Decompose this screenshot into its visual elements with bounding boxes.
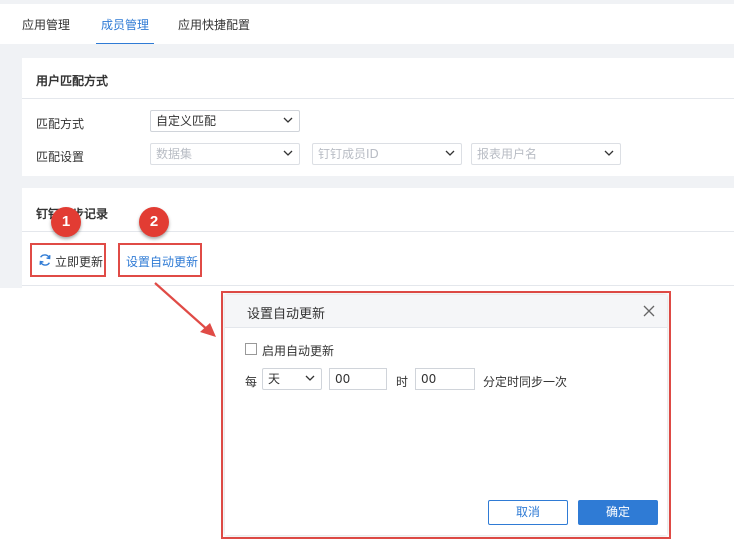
- minute-input[interactable]: 00: [415, 368, 475, 390]
- member-id-select[interactable]: 钉钉成员ID: [312, 143, 462, 165]
- tab-app-management[interactable]: 应用管理: [22, 16, 70, 33]
- auto-update-dialog: 设置自动更新 启用自动更新 每 天 00 时 00 分定时同步一次 取消 确定: [225, 295, 667, 535]
- period-select[interactable]: 天: [262, 368, 322, 390]
- divider: [22, 285, 734, 286]
- refresh-now-label: 立即更新: [55, 255, 104, 269]
- divider: [22, 231, 734, 232]
- tab-app-quick-config[interactable]: 应用快捷配置: [178, 16, 250, 33]
- hour-label: 时: [396, 375, 409, 389]
- match-mode-label: 匹配方式: [36, 117, 85, 131]
- dialog-title: 设置自动更新: [247, 307, 326, 322]
- chevron-down-icon: [283, 117, 293, 123]
- minute-value: 00: [421, 372, 437, 386]
- enable-auto-update-checkbox[interactable]: [245, 343, 257, 355]
- match-mode-value: 自定义匹配: [156, 114, 217, 128]
- period-value: 天: [268, 372, 281, 386]
- match-mode-select[interactable]: 自定义匹配: [150, 110, 300, 132]
- pointer-arrow: [154, 282, 216, 337]
- set-auto-update-link[interactable]: 设置自动更新: [118, 243, 202, 277]
- report-user-select[interactable]: 报表用户名: [471, 143, 621, 165]
- enable-auto-update-label: 启用自动更新: [262, 344, 335, 358]
- section-title-match: 用户匹配方式: [36, 74, 109, 88]
- match-method-panel: 用户匹配方式 匹配方式 自定义匹配 匹配设置 数据集 钉钉成员ID 报表用户名: [22, 58, 734, 176]
- hour-input[interactable]: 00: [329, 368, 387, 390]
- every-label: 每: [245, 375, 258, 389]
- spacer-left: [0, 58, 22, 288]
- tab-bar: 应用管理 成员管理 应用快捷配置: [0, 4, 734, 45]
- report-user-placeholder: 报表用户名: [477, 147, 538, 161]
- step-badge-1: 1: [51, 207, 81, 237]
- member-id-placeholder: 钉钉成员ID: [318, 147, 379, 161]
- dataset-select[interactable]: 数据集: [150, 143, 300, 165]
- tab-member-management[interactable]: 成员管理: [101, 16, 149, 33]
- chevron-down-icon: [445, 150, 455, 156]
- refresh-now-button[interactable]: 立即更新: [30, 243, 106, 277]
- cancel-button[interactable]: 取消: [488, 500, 568, 525]
- hour-value: 00: [335, 372, 351, 386]
- dataset-placeholder: 数据集: [156, 147, 193, 161]
- spacer: [0, 176, 734, 188]
- schedule-suffix-label: 分定时同步一次: [483, 375, 568, 389]
- chevron-down-icon: [283, 150, 293, 156]
- spacer: [0, 44, 734, 58]
- dialog-header: 设置自动更新: [225, 295, 667, 328]
- refresh-icon: [39, 254, 51, 266]
- chevron-down-icon: [604, 150, 614, 156]
- chevron-down-icon: [305, 375, 315, 381]
- set-auto-update-label: 设置自动更新: [126, 255, 199, 269]
- confirm-button[interactable]: 确定: [578, 500, 658, 525]
- step-badge-2: 2: [139, 207, 169, 237]
- match-settings-label: 匹配设置: [36, 150, 85, 164]
- divider: [22, 98, 734, 99]
- close-icon[interactable]: [643, 305, 655, 317]
